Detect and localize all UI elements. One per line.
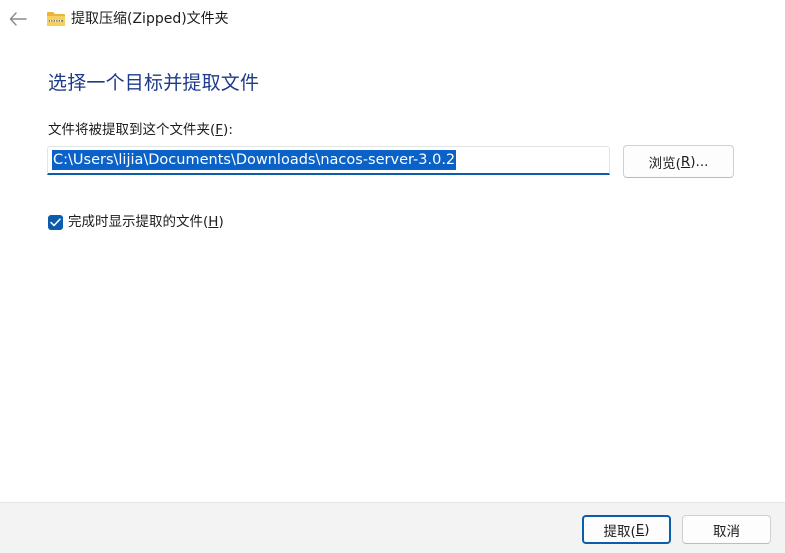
browse-button-label: 浏览(	[648, 155, 681, 172]
title-bar: 提取压缩(Zipped)文件夹	[0, 0, 785, 40]
destination-label-tail: ):	[223, 122, 233, 138]
extract-zip-dialog: 提取压缩(Zipped)文件夹 选择一个目标并提取文件 文件将被提取到这个文件夹…	[0, 0, 785, 553]
checkbox-checked-icon[interactable]	[48, 214, 63, 230]
browse-button-tail: )...	[690, 153, 709, 170]
window-title: 提取压缩(Zipped)文件夹	[71, 11, 229, 27]
destination-path-input[interactable]: C:\Users\lijia\Documents\Downloads\nacos…	[47, 146, 610, 175]
arrow-left-icon	[9, 12, 27, 26]
destination-label-accelerator: F	[215, 122, 224, 138]
extract-button-tail: )	[644, 521, 650, 538]
cancel-button[interactable]: 取消	[682, 515, 771, 544]
zip-folder-icon	[47, 12, 65, 26]
page-heading: 选择一个目标并提取文件	[48, 72, 260, 94]
extract-button-label: 提取(	[603, 523, 636, 540]
browse-button-accelerator: R	[680, 153, 691, 170]
destination-path-value: C:\Users\lijia\Documents\Downloads\nacos…	[52, 150, 457, 170]
extract-button[interactable]: 提取(E)	[582, 515, 671, 544]
show-files-label-accelerator: H	[208, 214, 219, 230]
dialog-footer: 提取(E) 取消	[0, 502, 785, 553]
extract-button-accelerator: E	[635, 521, 645, 538]
destination-label-text: 文件将被提取到这个文件夹(	[48, 122, 216, 138]
browse-button[interactable]: 浏览(R)...	[623, 145, 734, 178]
show-extracted-files-label: 完成时显示提取的文件(H)	[68, 213, 224, 231]
show-files-label-text: 完成时显示提取的文件(	[68, 214, 209, 230]
show-files-label-tail: )	[218, 214, 224, 230]
show-extracted-files-checkbox[interactable]: 完成时显示提取的文件(H)	[48, 212, 224, 232]
back-button[interactable]	[4, 6, 32, 32]
destination-label: 文件将被提取到这个文件夹(F):	[48, 121, 233, 139]
cancel-button-label: 取消	[713, 523, 740, 540]
